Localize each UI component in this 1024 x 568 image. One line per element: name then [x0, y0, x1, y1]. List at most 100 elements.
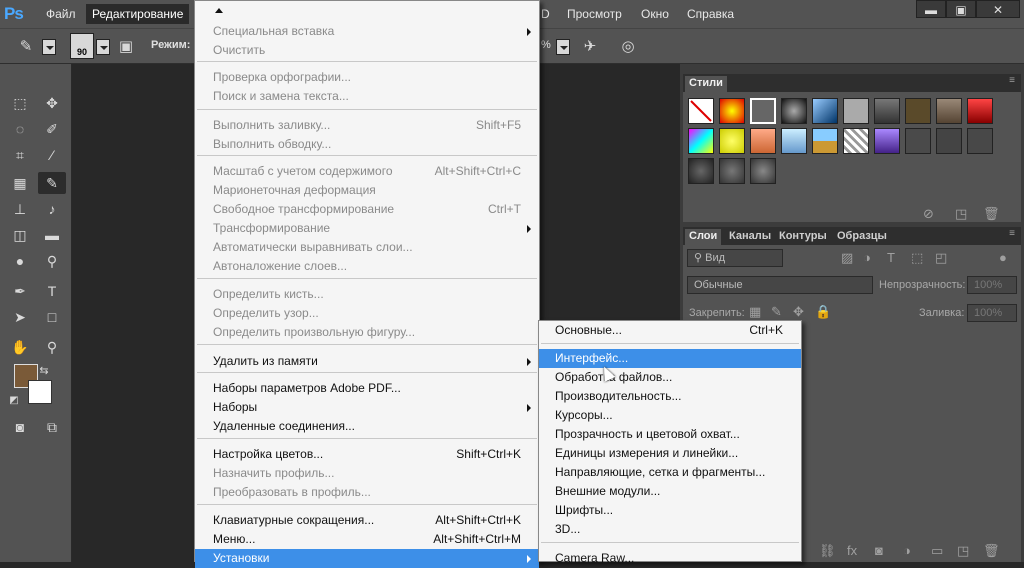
- menu-item-auto-align-layers[interactable]: Автоматически выравнивать слои...: [195, 238, 539, 257]
- delete-layer-icon[interactable]: 🗑: [983, 543, 1000, 559]
- quick-select-icon[interactable]: ✐: [38, 118, 66, 140]
- background-color-swatch[interactable]: [28, 380, 52, 404]
- tab-paths[interactable]: Контуры: [775, 229, 831, 245]
- link-layers-icon[interactable]: ⛓: [819, 543, 836, 559]
- new-style-icon[interactable]: ◳: [955, 206, 967, 222]
- pref-item-units-rulers[interactable]: Единицы измерения и линейки...: [539, 444, 801, 463]
- filter-toggle-icon[interactable]: ●: [999, 250, 1007, 265]
- menu-file[interactable]: Файл: [40, 4, 82, 24]
- menu-item-puppet-warp[interactable]: Марионеточная деформация: [195, 181, 539, 200]
- menu-item-convert-to-profile[interactable]: Преобразовать в профиль...: [195, 483, 539, 502]
- move-tool-icon[interactable]: ✥: [38, 92, 66, 114]
- rectangle-tool-icon[interactable]: □: [38, 306, 66, 328]
- dodge-icon[interactable]: ⚲: [38, 250, 66, 272]
- lock-all-icon[interactable]: 🔒: [815, 304, 831, 320]
- menu-view[interactable]: Просмотр: [561, 4, 628, 24]
- style-tile[interactable]: [750, 128, 776, 154]
- style-tile[interactable]: [688, 158, 714, 184]
- blur-icon[interactable]: ●: [6, 250, 34, 272]
- group-icon[interactable]: ▭: [931, 543, 943, 559]
- filter-shape-icon[interactable]: ⬚: [911, 250, 923, 266]
- new-layer-icon[interactable]: ◳: [957, 543, 969, 559]
- filter-pixel-icon[interactable]: ▨: [841, 250, 853, 266]
- quick-mask-icon[interactable]: ◙: [6, 416, 34, 438]
- tab-channels[interactable]: Каналы: [725, 229, 775, 245]
- tool-preset-dropdown[interactable]: [42, 39, 56, 55]
- style-tile[interactable]: [843, 98, 869, 124]
- pen-tool-icon[interactable]: ✒: [6, 280, 34, 302]
- menu-item-auto-blend-layers[interactable]: Автоналожение слоев...: [195, 257, 539, 276]
- panel-menu-icon[interactable]: ≡: [1009, 75, 1015, 86]
- pref-item-file-handling[interactable]: Обработка файлов...: [539, 368, 801, 387]
- menu-item-find-replace[interactable]: Поиск и замена текста...: [195, 87, 539, 106]
- zoom-tool-icon[interactable]: ⚲: [38, 336, 66, 358]
- lock-paint-icon[interactable]: ✎: [771, 304, 782, 320]
- menu-item-color-settings[interactable]: Настройка цветов... Shift+Ctrl+K: [195, 445, 539, 464]
- style-none[interactable]: [688, 98, 714, 124]
- minimize-button[interactable]: ▬: [916, 0, 946, 18]
- pref-item-3d[interactable]: 3D...: [539, 520, 801, 539]
- filter-smart-icon[interactable]: ◰: [935, 250, 947, 266]
- brush-size-preview[interactable]: 90: [70, 33, 94, 59]
- layer-style-icon[interactable]: fx: [847, 543, 857, 558]
- layer-filter-select[interactable]: ⚲ Вид: [687, 249, 783, 267]
- filter-type-icon[interactable]: T: [887, 250, 895, 265]
- style-tile[interactable]: [874, 128, 900, 154]
- menu-item-content-aware-scale[interactable]: Масштаб с учетом содержимого Alt+Shift+Ct…: [195, 162, 539, 181]
- pref-item-cursors[interactable]: Курсоры...: [539, 406, 801, 425]
- brush-tool-icon[interactable]: ✎: [38, 172, 66, 194]
- close-button[interactable]: ✕: [976, 0, 1020, 18]
- menu-edit[interactable]: Редактирование: [86, 4, 190, 24]
- menu-window[interactable]: Окно: [635, 4, 675, 24]
- lasso-tool-icon[interactable]: ◌: [6, 118, 34, 140]
- gradient-icon[interactable]: ▬: [38, 224, 66, 246]
- marquee-tool-icon[interactable]: ⬚: [6, 92, 34, 114]
- menu-item-define-pattern[interactable]: Определить узор...: [195, 304, 539, 323]
- crop-tool-icon[interactable]: ⌗: [6, 144, 34, 166]
- menu-item-assign-profile[interactable]: Назначить профиль...: [195, 464, 539, 483]
- screen-mode-icon[interactable]: ⧉: [38, 416, 66, 438]
- menu-item-paste-special[interactable]: Специальная вставка: [195, 22, 539, 41]
- menu-help[interactable]: Справка: [681, 4, 740, 24]
- path-select-icon[interactable]: ➤: [6, 306, 34, 328]
- style-tile[interactable]: [750, 98, 776, 124]
- menu-item-presets[interactable]: Наборы: [195, 398, 539, 417]
- style-tile[interactable]: [719, 128, 745, 154]
- tab-layers[interactable]: Слои: [685, 229, 722, 245]
- history-brush-icon[interactable]: ♪: [38, 198, 66, 220]
- style-tile[interactable]: [688, 128, 714, 154]
- style-tile[interactable]: [719, 158, 745, 184]
- scroll-up-icon[interactable]: [215, 8, 223, 13]
- tab-styles[interactable]: Стили: [685, 76, 727, 92]
- style-tile[interactable]: [812, 98, 838, 124]
- style-tile[interactable]: [936, 98, 962, 124]
- menu-item-clear[interactable]: Очистить: [195, 41, 539, 60]
- menu-item-keyboard-shortcuts[interactable]: Клавиатурные сокращения... Alt+Shift+Ctrl…: [195, 511, 539, 530]
- airbrush-icon[interactable]: ✈: [580, 37, 600, 57]
- pref-item-guides-grid-slices[interactable]: Направляющие, сетка и фрагменты...: [539, 463, 801, 482]
- menu-item-stroke[interactable]: Выполнить обводку...: [195, 135, 539, 154]
- menu-item-remote-connections[interactable]: Удаленные соединения...: [195, 417, 539, 436]
- clear-style-icon[interactable]: ⊘: [923, 206, 934, 222]
- pref-item-transparency-gamut[interactable]: Прозрачность и цветовой охват...: [539, 425, 801, 444]
- brush-tool-icon[interactable]: ✎: [16, 37, 36, 57]
- style-tile[interactable]: [781, 128, 807, 154]
- style-tile[interactable]: [905, 128, 931, 154]
- pref-item-performance[interactable]: Производительность...: [539, 387, 801, 406]
- fill-input[interactable]: 100%: [967, 304, 1017, 322]
- default-colors-icon[interactable]: ◩: [6, 390, 22, 412]
- menu-item-define-custom-shape[interactable]: Определить произвольную фигуру...: [195, 323, 539, 342]
- eraser-icon[interactable]: ◫: [6, 224, 34, 246]
- add-mask-icon[interactable]: ◙: [875, 543, 883, 558]
- style-tile[interactable]: [843, 128, 869, 154]
- swap-colors-icon[interactable]: ⇆: [36, 360, 52, 382]
- menu-item-adobe-pdf-presets[interactable]: Наборы параметров Adobe PDF...: [195, 379, 539, 398]
- style-tile[interactable]: [936, 128, 962, 154]
- pressure-icon[interactable]: ◎: [618, 37, 638, 57]
- menu-item-fill[interactable]: Выполнить заливку... Shift+F5: [195, 116, 539, 135]
- flow-dropdown[interactable]: [556, 39, 570, 55]
- hand-tool-icon[interactable]: ✋: [6, 336, 34, 358]
- menu-item-purge[interactable]: Удалить из памяти: [195, 352, 539, 371]
- adjustment-layer-icon[interactable]: ◑: [903, 543, 911, 558]
- menu-item-menus[interactable]: Меню... Alt+Shift+Ctrl+M: [195, 530, 539, 549]
